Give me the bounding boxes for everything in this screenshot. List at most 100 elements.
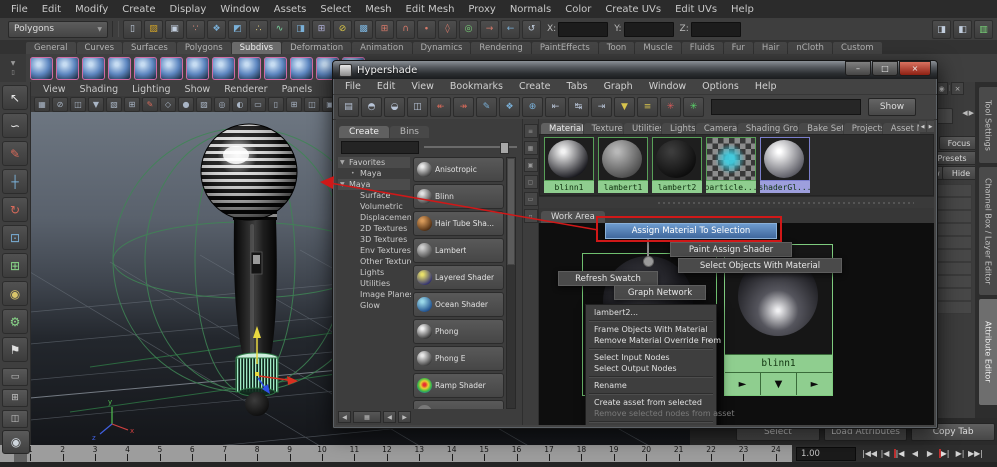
sort-icon[interactable]: ≡: [637, 97, 658, 117]
context-item-frame-objects[interactable]: Frame Objects With Material: [586, 324, 716, 335]
timeline-frame[interactable]: 11: [338, 445, 370, 462]
image-plane-icon[interactable]: ▧: [106, 96, 122, 112]
node-input-arrow-icon[interactable]: ►: [725, 373, 761, 395]
material-anisotropic[interactable]: Anisotropic: [413, 157, 504, 182]
menu-modify[interactable]: Modify: [68, 2, 115, 17]
show-filter-button[interactable]: Show: [868, 98, 916, 116]
name-only-icon[interactable]: ▭: [523, 192, 538, 206]
timeline-frame[interactable]: 5: [144, 445, 176, 462]
play-backwards-button[interactable]: ◀: [908, 447, 922, 460]
polygons-to-subdiv-icon[interactable]: [186, 56, 209, 80]
channel-box-toggle-icon[interactable]: ▥: [974, 20, 993, 39]
tabs-scroll-right-icon[interactable]: ▶: [927, 121, 934, 132]
shelf-tab-subdivs[interactable]: Subdivs: [231, 42, 282, 54]
break-connections-icon[interactable]: ✳: [660, 97, 681, 117]
move-tool-icon[interactable]: ┼: [2, 169, 28, 194]
timeline-frame[interactable]: 15: [468, 445, 500, 462]
shelf-tab-general[interactable]: General: [26, 42, 76, 54]
menu-display[interactable]: Display: [162, 2, 213, 17]
tab-create[interactable]: Create: [339, 126, 389, 138]
swatch-shaderglow[interactable]: shaderGl...: [760, 137, 810, 193]
tree-volumetric[interactable]: Volumetric: [338, 201, 411, 212]
sort-swatches-icon[interactable]: ▫: [523, 209, 538, 223]
slider-thumb[interactable]: [500, 142, 509, 154]
timeline-frame[interactable]: 19: [598, 445, 630, 462]
minimize-button[interactable]: –: [845, 61, 871, 76]
shadows-icon[interactable]: ◐: [232, 96, 248, 112]
context-item-select-output-nodes[interactable]: Select Output Nodes: [586, 363, 716, 374]
step-forward-key-button[interactable]: ▶|: [938, 447, 952, 460]
scrollbar-thumb[interactable]: [507, 158, 515, 265]
subdiv-cylinder-icon[interactable]: [82, 56, 105, 80]
last-tool-icon[interactable]: ⚑: [2, 337, 28, 362]
shelf-tab-deformation[interactable]: Deformation: [282, 42, 352, 54]
menu-select[interactable]: Select: [313, 2, 358, 17]
select-faces-icon[interactable]: ◨: [291, 19, 310, 39]
select-objects-with-material-button[interactable]: Select Objects With Material: [678, 258, 842, 273]
shelf-tab-hair[interactable]: Hair: [753, 42, 788, 54]
medium-swatches-icon[interactable]: ▣: [523, 158, 538, 172]
step-back-key-button[interactable]: |◀: [893, 447, 907, 460]
menu-help[interactable]: Help: [724, 2, 761, 17]
universal-manipulator-icon[interactable]: ⊞: [2, 253, 28, 278]
tree-utilities[interactable]: Utilities: [338, 278, 411, 289]
step-forward-frame-button[interactable]: ▶|: [953, 447, 967, 460]
subdiv-to-nurbs-icon[interactable]: [238, 56, 261, 80]
timeline-frame[interactable]: 21: [662, 445, 694, 462]
shelf-tab-painteffects[interactable]: PaintEffects: [531, 42, 598, 54]
make-connections-icon[interactable]: ✳: [683, 97, 704, 117]
rearrange-graph-icon[interactable]: ❖: [499, 97, 520, 117]
context-item-select-input-nodes[interactable]: Select Input Nodes: [586, 352, 716, 363]
make-live-icon[interactable]: ◎: [459, 19, 478, 39]
show-output-connections-icon[interactable]: ⇥: [591, 97, 612, 117]
filter-icon[interactable]: ▼: [614, 97, 635, 117]
select-component-icon[interactable]: ◩: [228, 19, 247, 39]
time-slider[interactable]: 1 2 3 4 5 6 7 8 9 10 11 12 13 14 15 16 17 18 19 20 21 22 23 24: [0, 445, 792, 462]
show-manipulator-icon[interactable]: ⚙: [2, 309, 28, 334]
material-shading-map[interactable]: Shading Map: [413, 400, 504, 409]
show-top-tabs-icon[interactable]: ◓: [361, 97, 382, 117]
standard-mode-icon[interactable]: [290, 56, 313, 80]
hs-menu-graph[interactable]: Graph: [596, 81, 641, 92]
play-forwards-button[interactable]: ▶: [923, 447, 937, 460]
tree-3d-textures[interactable]: 3D Textures: [338, 234, 411, 245]
shelf-tab-curves[interactable]: Curves: [76, 42, 123, 54]
shelf-tab-dynamics[interactable]: Dynamics: [412, 42, 471, 54]
menu-color[interactable]: Color: [558, 2, 598, 17]
shelf-tab-rendering[interactable]: Rendering: [471, 42, 531, 54]
input-connections-icon[interactable]: →: [480, 19, 499, 39]
panel-menu-renderer[interactable]: Renderer: [217, 84, 274, 95]
node-expand-icon[interactable]: ▼: [761, 373, 797, 395]
show-bottom-tabs-icon[interactable]: ◒: [384, 97, 405, 117]
swatch-size-slider[interactable]: [424, 142, 517, 154]
hs-menu-options[interactable]: Options: [694, 81, 747, 92]
select-points-icon[interactable]: ∴: [249, 19, 268, 39]
go-to-end-button[interactable]: ▶▶|: [968, 447, 983, 460]
timeline-frame[interactable]: 2: [46, 445, 78, 462]
z-coordinate-input[interactable]: [690, 21, 741, 37]
soft-mod-tool-icon[interactable]: ◉: [2, 281, 28, 306]
tree-favorites-maya[interactable]: • Maya: [338, 168, 411, 179]
shelf-tab-custom[interactable]: Custom: [832, 42, 882, 54]
page-right-icon[interactable]: ▶: [398, 411, 411, 423]
material-lambert[interactable]: Lambert: [413, 238, 504, 263]
snap-to-plane-icon[interactable]: ◊: [438, 19, 457, 39]
show-input-output-connections-icon[interactable]: ↹: [568, 97, 589, 117]
timeline-frame[interactable]: 6: [176, 445, 208, 462]
pane-layout-menu-icon[interactable]: ◉: [2, 430, 30, 454]
assign-material-to-selection-button[interactable]: Assign Material To Selection: [605, 223, 777, 239]
swatch-particle[interactable]: particle...: [706, 137, 756, 193]
single-pane-layout-icon[interactable]: ▭: [2, 368, 28, 386]
new-scene-icon[interactable]: ▯: [123, 19, 142, 39]
snap-to-grid-icon[interactable]: ⊞: [375, 19, 394, 39]
smooth-shade-icon[interactable]: ●: [178, 96, 194, 112]
tree-surface[interactable]: Surface: [338, 190, 411, 201]
swatch-lambert1[interactable]: lambert1: [598, 137, 648, 193]
shelf-tab-muscle[interactable]: Muscle: [635, 42, 681, 54]
timeline-frame[interactable]: 20: [630, 445, 662, 462]
show-both-panes-icon[interactable]: ◫: [407, 97, 428, 117]
panel-menu-lighting[interactable]: Lighting: [125, 84, 177, 95]
timeline-frame[interactable]: 7: [209, 445, 241, 462]
menu-edit-uvs[interactable]: Edit UVs: [668, 2, 724, 17]
shelf-tab-animation[interactable]: Animation: [352, 42, 412, 54]
